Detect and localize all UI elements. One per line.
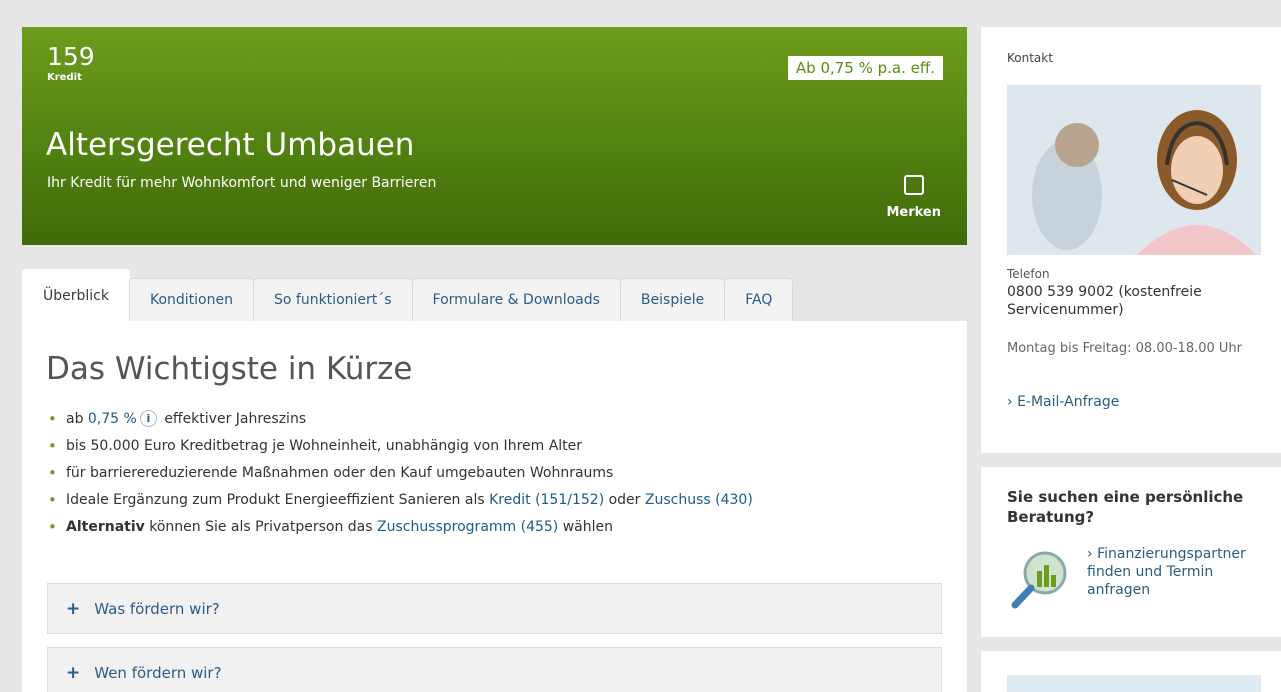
bullet-text: ab [66,411,84,427]
plus-icon: + [66,662,81,683]
list-item: für barrierereduzierende Maßnahmen oder … [46,462,753,489]
tab-examples[interactable]: Beispiele [619,278,726,321]
list-item: Alternativ können Sie als Privatperson d… [46,516,753,543]
tab-bar: Überblick Konditionen So funktioniert´s … [22,269,794,321]
page-title: Altersgerecht Umbauen [46,127,415,163]
list-item: ab 0,75 %i effektiver Jahreszins [46,408,753,435]
advice-heading: Sie suchen eine persönliche Beratung? [1007,488,1244,526]
rate-badge: Ab 0,75 % p.a. eff. [787,56,943,80]
bullet-bold: Alternativ [66,519,145,535]
tab-faq[interactable]: FAQ [724,278,794,321]
bullet-text: Ideale Ergänzung zum Produkt Energieeffi… [66,492,485,508]
sidebar-card [981,651,1281,692]
email-link-label: E-Mail-Anfrage [1017,394,1120,410]
find-partner-link[interactable]: › Finanzierungspartner finden und Termin… [1087,545,1267,599]
phone-number: 0800 539 9002 (kostenfreie Servicenummer… [1007,284,1202,318]
email-request-link[interactable]: › E-Mail-Anfrage [1007,394,1119,410]
tab-downloads[interactable]: Formulare & Downloads [411,278,621,321]
tab-conditions[interactable]: Konditionen [128,278,254,321]
accordion-label: Was fördern wir? [94,599,220,618]
bullet-text: können Sie als Privatperson das [149,519,373,535]
zuschussprogramm-link[interactable]: Zuschussprogramm (455) [377,519,558,535]
rate-link[interactable]: 0,75 % [88,411,137,427]
advice-card: Sie suchen eine persönliche Beratung? › … [981,467,1281,637]
kredit-link[interactable]: Kredit (151/152) [489,492,604,508]
bullet-text: wählen [562,519,614,535]
opening-hours: Montag bis Freitag: 08.00-18.00 Uhr [1007,341,1243,356]
teaser-image [1007,675,1261,692]
service-agent-photo [1007,85,1261,255]
list-item: Ideale Ergänzung zum Produkt Energieeffi… [46,489,753,516]
accordion-who[interactable]: + Wen fördern wir? [47,647,942,692]
product-number: 159 [47,42,95,71]
phone-label: Telefon [1007,267,1050,281]
find-partner-label: Finanzierungspartner finden und Termin a… [1087,546,1246,598]
product-hero: 159 Kredit Ab 0,75 % p.a. eff. Altersger… [22,27,967,245]
plus-icon: + [66,598,81,619]
chevron-right-icon: › [1007,394,1013,410]
bullet-text: oder [608,492,641,508]
magnifier-icon [1007,545,1077,615]
main-content: Das Wichtigste in Kürze ab 0,75 %i effek… [22,321,967,692]
bookmark-button[interactable]: Merken [886,175,941,220]
tab-how-it-works[interactable]: So funktioniert´s [253,278,413,321]
page-subtitle: Ihr Kredit für mehr Wohnkomfort und weni… [47,175,437,191]
contact-card: Kontakt Telefon 0800 539 9002 (kostenfre… [981,27,1281,453]
bullet-text: effektiver Jahreszins [164,411,307,427]
zuschuss-link[interactable]: Zuschuss (430) [645,492,753,508]
accordion-label: Wen fördern wir? [94,663,222,682]
section-heading: Das Wichtigste in Kürze [46,351,413,387]
checkbox-icon [903,175,924,195]
chevron-right-icon: › [1087,546,1093,562]
tab-overview[interactable]: Überblick [22,269,130,321]
list-item: bis 50.000 Euro Kreditbetrag je Wohneinh… [46,435,753,462]
product-type: Kredit [47,72,82,83]
contact-heading: Kontakt [1007,51,1053,65]
key-facts-list: ab 0,75 %i effektiver Jahreszins bis 50.… [46,408,753,543]
info-icon[interactable]: i [139,410,157,427]
bookmark-label: Merken [886,205,941,220]
accordion-what[interactable]: + Was fördern wir? [47,583,942,634]
